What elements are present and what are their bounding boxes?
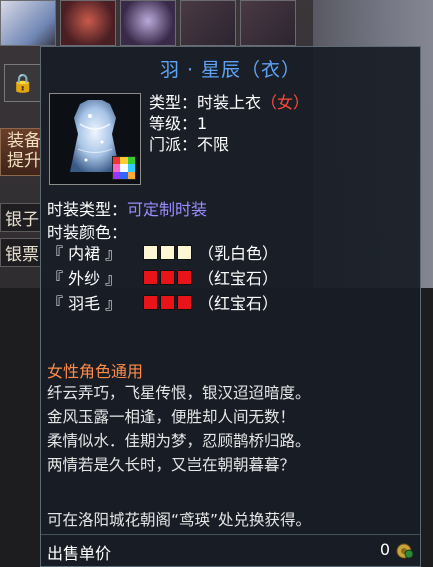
- description-heading: 女性角色通用: [47, 362, 144, 381]
- color-part-row: 『 外纱 』 （红宝石）: [47, 266, 278, 288]
- inventory-slot[interactable]: [60, 0, 116, 46]
- inventory-slot[interactable]: [0, 0, 56, 46]
- inventory-slot[interactable]: [120, 0, 176, 46]
- silver-label: 银子: [0, 203, 44, 232]
- type-label: 类型：: [149, 93, 198, 112]
- banknote-label: 银票: [0, 238, 44, 267]
- color-name: （乳白色）: [198, 244, 279, 263]
- equip-upgrade-button[interactable]: 装备 提升: [0, 128, 42, 176]
- sell-price-value: 0: [379, 540, 390, 559]
- color-swatches: [143, 269, 192, 285]
- color-swatch: [160, 244, 175, 260]
- gender-tag: （女）: [261, 93, 310, 112]
- type-value: 时装上衣: [197, 93, 262, 112]
- poem-line: 两情若是久长时，又岂在朝朝暮暮？: [47, 456, 296, 474]
- level-value: 1: [197, 114, 208, 133]
- color-part-row: 『 羽毛 』 （红宝石）: [47, 291, 278, 313]
- color-swatches: [143, 244, 192, 260]
- color-swatch: [177, 244, 192, 260]
- poem-line: 金风玉露一相逢，便胜却人间无数！: [47, 408, 296, 426]
- color-swatch: [160, 269, 175, 285]
- sect-value: 不限: [197, 135, 230, 154]
- fashion-type-value: 可定制时装: [127, 200, 208, 219]
- color-name: （红宝石）: [198, 269, 279, 288]
- color-name: （红宝石）: [198, 294, 279, 313]
- palette-icon: [112, 156, 136, 180]
- color-swatches: [143, 294, 192, 310]
- color-swatch: [143, 244, 158, 260]
- color-swatch: [160, 294, 175, 310]
- sect-label: 门派：: [149, 135, 198, 154]
- fashion-type-label: 时装类型：: [47, 200, 128, 219]
- type-row: 类型：时装上衣（女）: [149, 92, 309, 113]
- lock-icon[interactable]: 🔒: [4, 64, 42, 102]
- part-name: 『 内裙 』: [47, 244, 122, 263]
- color-swatch: [143, 269, 158, 285]
- fashion-type-row: 时装类型：可定制时装: [47, 196, 207, 220]
- item-title: 羽 · 星辰（衣）: [159, 59, 302, 81]
- sell-price-label: 出售单价: [47, 544, 112, 563]
- poem-line: 柔情似水．佳期为梦，忍顾鹊桥归路。: [47, 432, 311, 450]
- color-swatch: [177, 269, 192, 285]
- level-label: 等级：: [149, 114, 198, 133]
- sect-row: 门派：不限: [149, 134, 309, 155]
- color-swatch: [143, 294, 158, 310]
- item-attributes: 类型：时装上衣（女） 等级：1 门派：不限: [149, 92, 309, 155]
- color-part-row: 『 内裙 』 （乳白色）: [47, 241, 278, 263]
- item-description: 纤云弄巧，飞星传恨，银汉迢迢暗度。 金风玉露一相逢，便胜却人间无数！ 柔情似水．…: [47, 381, 311, 477]
- inventory-slot-row: [0, 0, 300, 48]
- garment-icon: [49, 93, 141, 185]
- part-name: 『 外纱 』: [47, 269, 122, 288]
- color-swatch: [177, 294, 192, 310]
- sell-price-row: 出售单价 0: [41, 534, 420, 567]
- inventory-slot[interactable]: [180, 0, 236, 46]
- level-row: 等级：1: [149, 113, 309, 134]
- poem-line: 纤云弄巧，飞星传恨，银汉迢迢暗度。: [47, 384, 311, 402]
- inventory-slot[interactable]: [240, 0, 296, 46]
- item-source: 可在洛阳城花朝阁“鸢瑛”处兑换获得。: [47, 511, 312, 529]
- part-name: 『 羽毛 』: [47, 294, 122, 313]
- coin-icon: [396, 543, 414, 559]
- item-tooltip: 羽 · 星辰（衣） 类型：时装上衣（女） 等级：1 门派：不限 时装类型：可定制…: [40, 46, 421, 567]
